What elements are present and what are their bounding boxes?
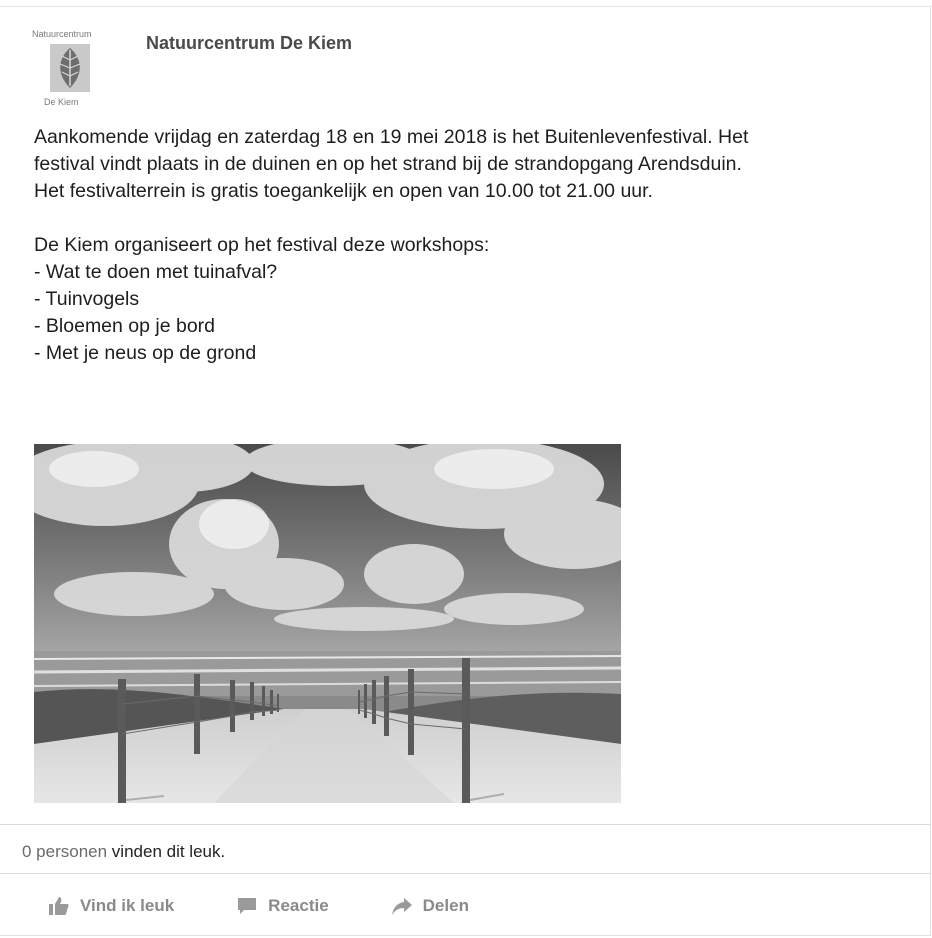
thumbs-up-icon (48, 895, 70, 917)
post-actions: Vind ik leuk Reactie Delen (48, 892, 531, 920)
workshop-item: - Met je neus op de grond (34, 342, 257, 364)
share-label: Delen (422, 896, 469, 915)
divider (0, 873, 931, 874)
comment-button[interactable]: Reactie (236, 895, 329, 917)
comment-label: Reactie (268, 896, 329, 915)
workshops-intro: De Kiem organiseert op het festival deze… (34, 234, 490, 256)
share-button[interactable]: Delen (391, 895, 469, 917)
share-arrow-icon (391, 895, 413, 917)
divider (0, 824, 931, 825)
likes-summary: 0 personen vinden dit leuk. (22, 842, 225, 862)
post-photo[interactable] (34, 444, 621, 803)
like-label: Vind ik leuk (80, 896, 175, 915)
post-text: Aankomende vrijdag en zaterdag 18 en 19 … (34, 124, 914, 367)
logo-bottom-text: De Kiem (44, 97, 79, 107)
post-line: Aankomende vrijdag en zaterdag 18 en 19 … (34, 126, 749, 148)
post-line: Het festivalterrein is gratis toegankeli… (34, 180, 653, 202)
workshop-item: - Wat te doen met tuinafval? (34, 261, 278, 283)
post-line: festival vindt plaats in de duinen en op… (34, 153, 742, 175)
likes-count-link[interactable]: 0 personen (22, 842, 107, 861)
workshop-item: - Tuinvogels (34, 288, 140, 310)
page-name[interactable]: Natuurcentrum De Kiem (146, 33, 352, 54)
workshop-item: - Bloemen op je bord (34, 315, 216, 337)
speech-bubble-icon (236, 895, 258, 917)
likes-suffix: vinden dit leuk. (107, 842, 226, 861)
like-button[interactable]: Vind ik leuk (48, 895, 174, 917)
page-logo[interactable]: Natuurcentrum De Kiem (30, 26, 112, 108)
logo-top-text: Natuurcentrum (32, 29, 92, 39)
